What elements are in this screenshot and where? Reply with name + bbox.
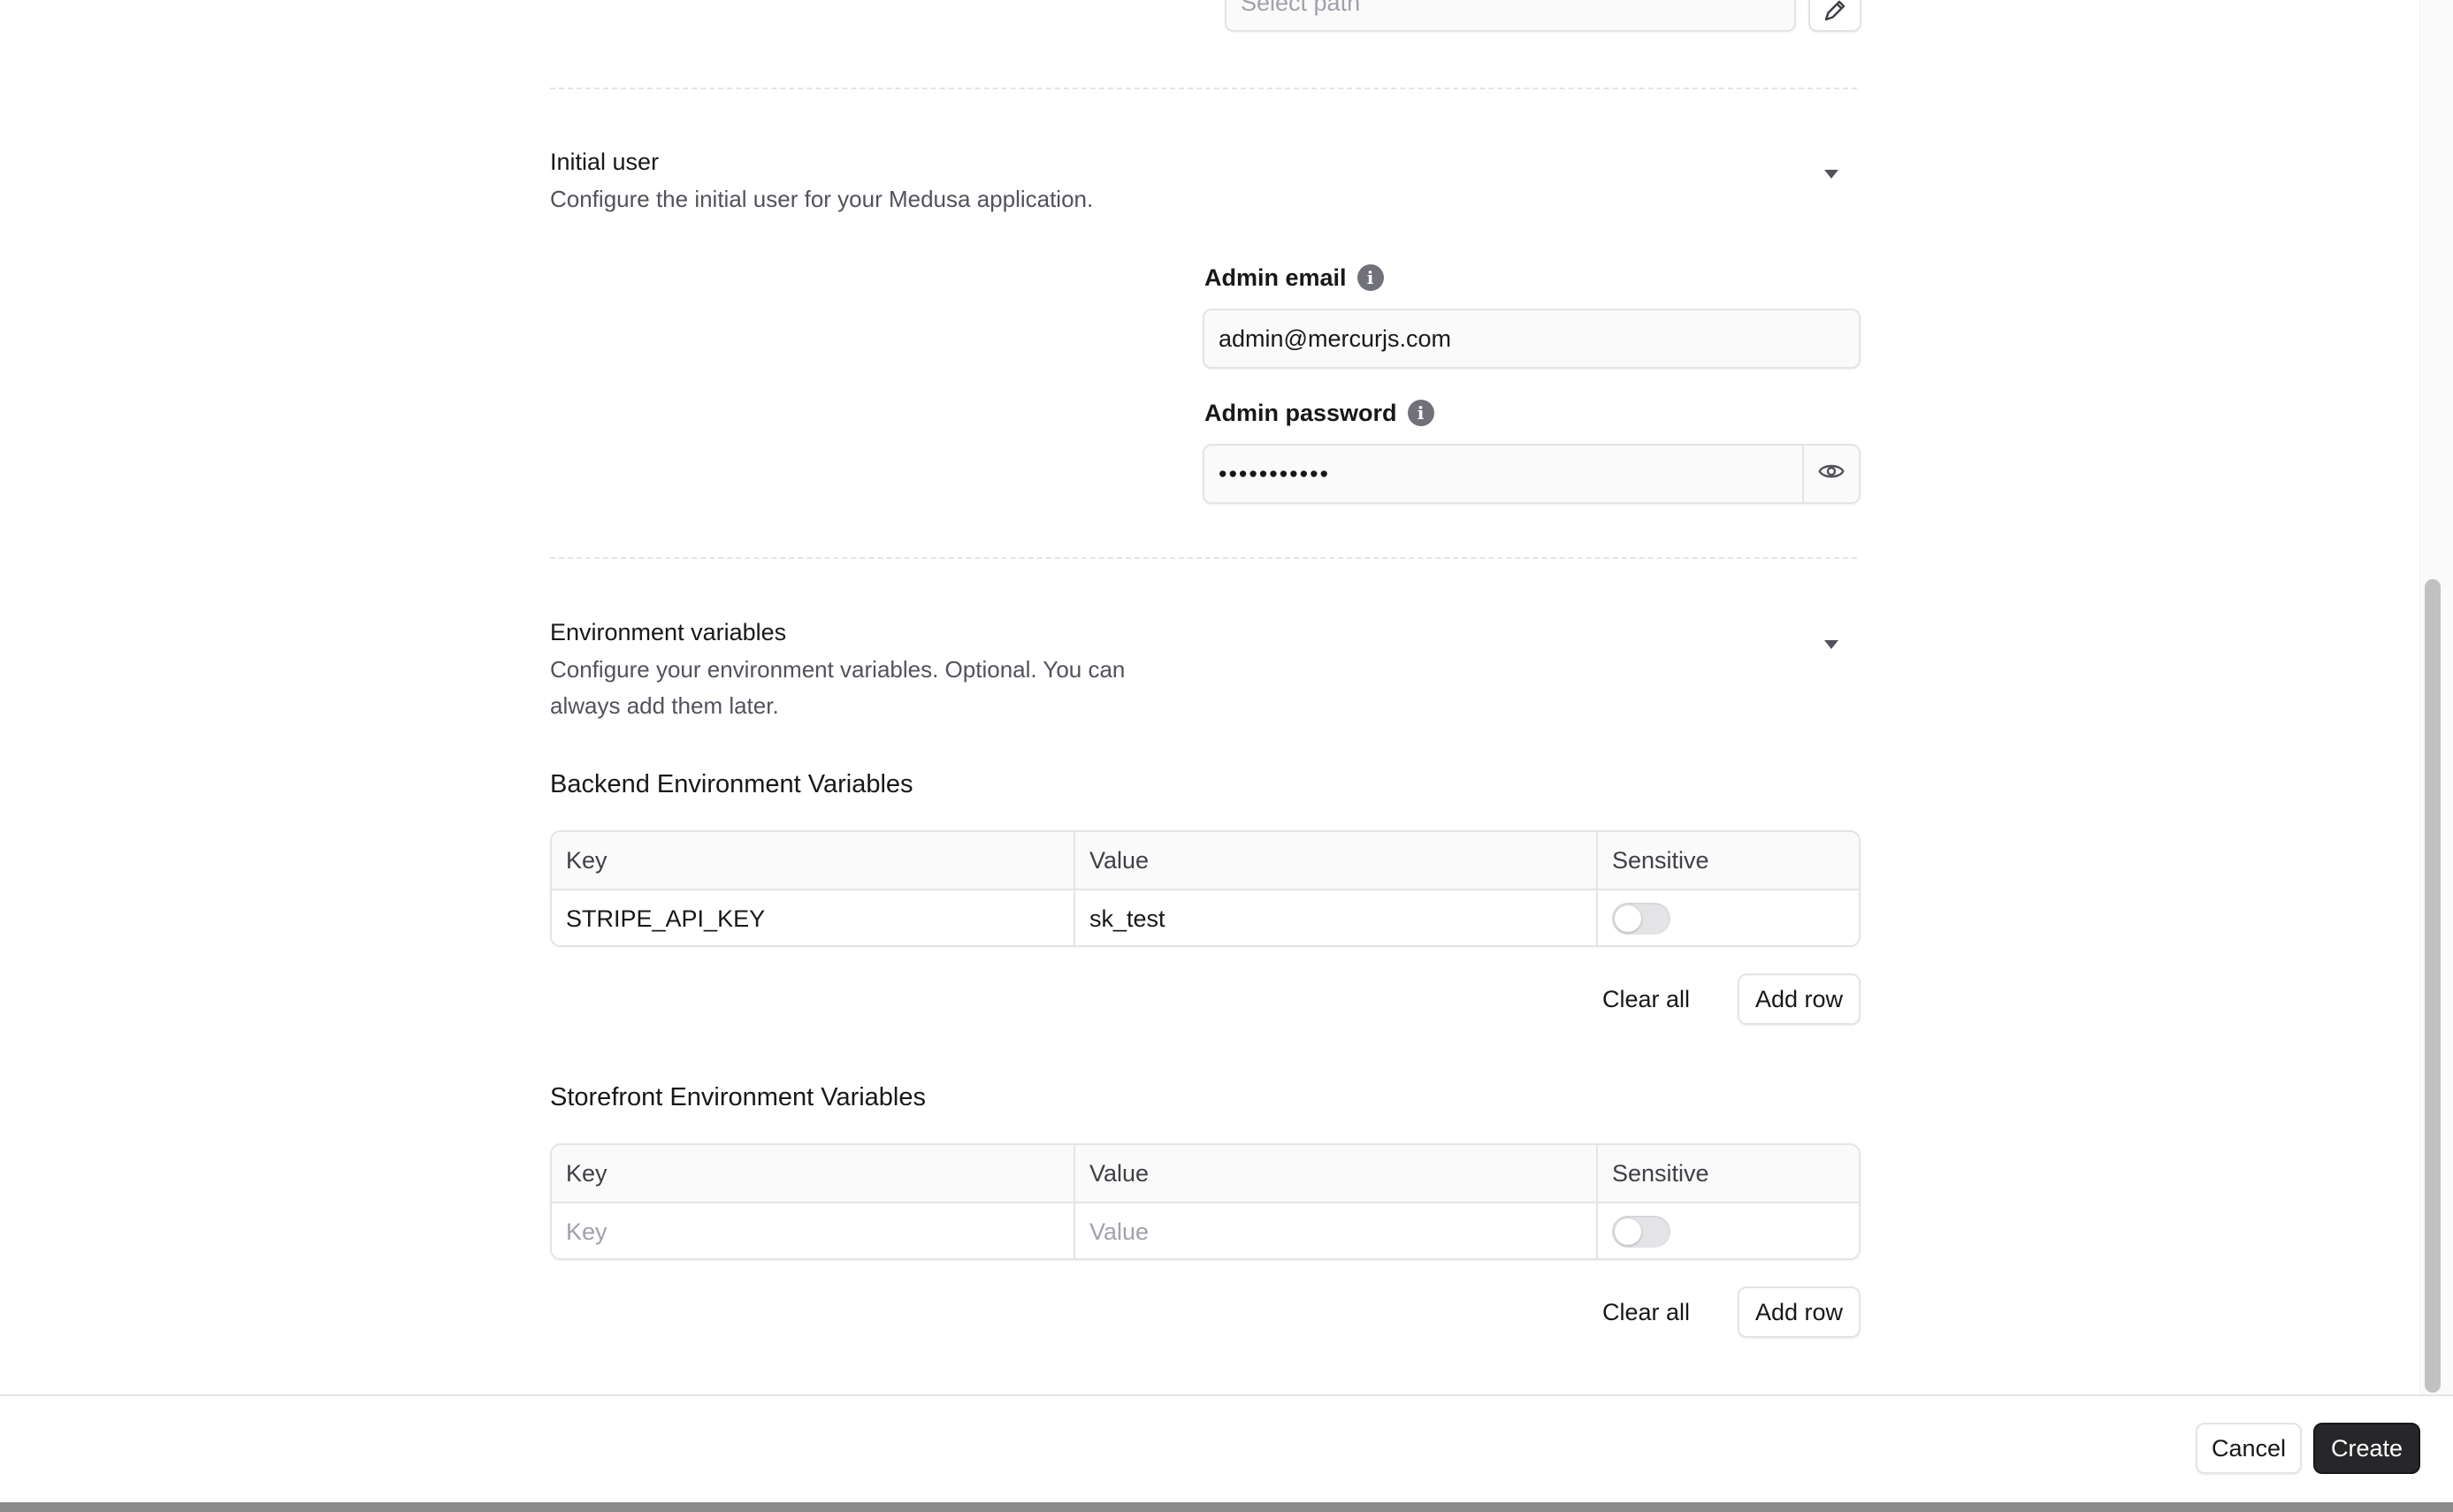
admin-password-input[interactable]: ••••••••••• [1203,444,1861,504]
toggle-knob [1615,1218,1641,1245]
pencil-icon [1822,0,1848,30]
key-input[interactable]: STRIPE_API_KEY [552,890,1074,945]
info-icon[interactable]: i [1356,264,1384,291]
column-header-sensitive: Sensitive [1596,832,1859,889]
section-divider-2 [550,557,1857,559]
cancel-button[interactable]: Cancel [2196,1423,2302,1474]
sensitive-toggle[interactable] [1612,903,1670,935]
env-vars-collapse-toggle[interactable] [1823,638,1839,651]
column-header-key: Key [566,846,608,874]
column-header-sensitive: Sensitive [1596,1145,1859,1202]
footer-bar [0,1394,2453,1504]
sensitive-cell [1596,890,1859,945]
initial-user-description: Configure the initial user for your Medu… [550,186,1094,212]
edit-path-button[interactable] [1808,0,1861,32]
info-icon[interactable]: i [1407,400,1434,426]
path-input[interactable]: Select path [1225,0,1796,32]
sensitive-toggle[interactable] [1612,1216,1670,1248]
admin-email-label: Admin email i [1204,262,1384,294]
column-header-value: Value [1074,832,1596,889]
storefront-clear-all-button[interactable]: Clear all [1602,1294,1690,1330]
admin-email-value: admin@mercurjs.com [1219,325,1451,352]
backend-clear-all-button[interactable]: Clear all [1602,981,1690,1017]
sensitive-cell [1596,1203,1859,1258]
path-input-placeholder: Select path [1241,0,1361,16]
key-input[interactable]: Key [552,1203,1074,1258]
column-header-value: Value [1074,1145,1596,1202]
backend-add-row-button[interactable]: Add row [1738,974,1861,1025]
initial-user-title: Initial user [550,149,660,175]
admin-email-input[interactable]: admin@mercurjs.com [1203,309,1861,369]
table-header: Key Value Sensitive [552,832,1859,890]
window-bottom-edge [0,1502,2453,1512]
eye-icon [1817,457,1845,492]
table-row: Key Value [552,1203,1859,1258]
backend-env-table: Key Value Sensitive STRIPE_API_KEY sk_te… [550,830,1861,947]
column-header-key: Key [566,1159,608,1187]
create-button[interactable]: Create [2313,1423,2420,1474]
table-header: Key Value Sensitive [552,1145,1859,1203]
admin-password-value: ••••••••••• [1219,460,1330,487]
env-vars-title: Environment variables [550,619,787,645]
chevron-down-icon [1824,640,1838,649]
backend-env-title: Backend Environment Variables [550,770,913,798]
scrollbar-thumb[interactable] [2425,579,2441,1393]
section-divider-1 [550,88,1857,89]
initial-user-collapse-toggle[interactable] [1823,168,1839,180]
reveal-password-button[interactable] [1802,446,1859,502]
storefront-add-row-button[interactable]: Add row [1738,1287,1861,1338]
chevron-down-icon [1824,170,1838,179]
value-input[interactable]: sk_test [1074,890,1596,945]
toggle-knob [1615,905,1641,932]
value-input[interactable]: Value [1074,1203,1596,1258]
storefront-env-title: Storefront Environment Variables [550,1083,927,1111]
storefront-env-table: Key Value Sensitive Key Value [550,1143,1861,1260]
env-vars-description: Configure your environment variables. Op… [550,656,1126,719]
table-row: STRIPE_API_KEY sk_test [552,890,1859,945]
admin-password-label: Admin password i [1204,397,1434,429]
